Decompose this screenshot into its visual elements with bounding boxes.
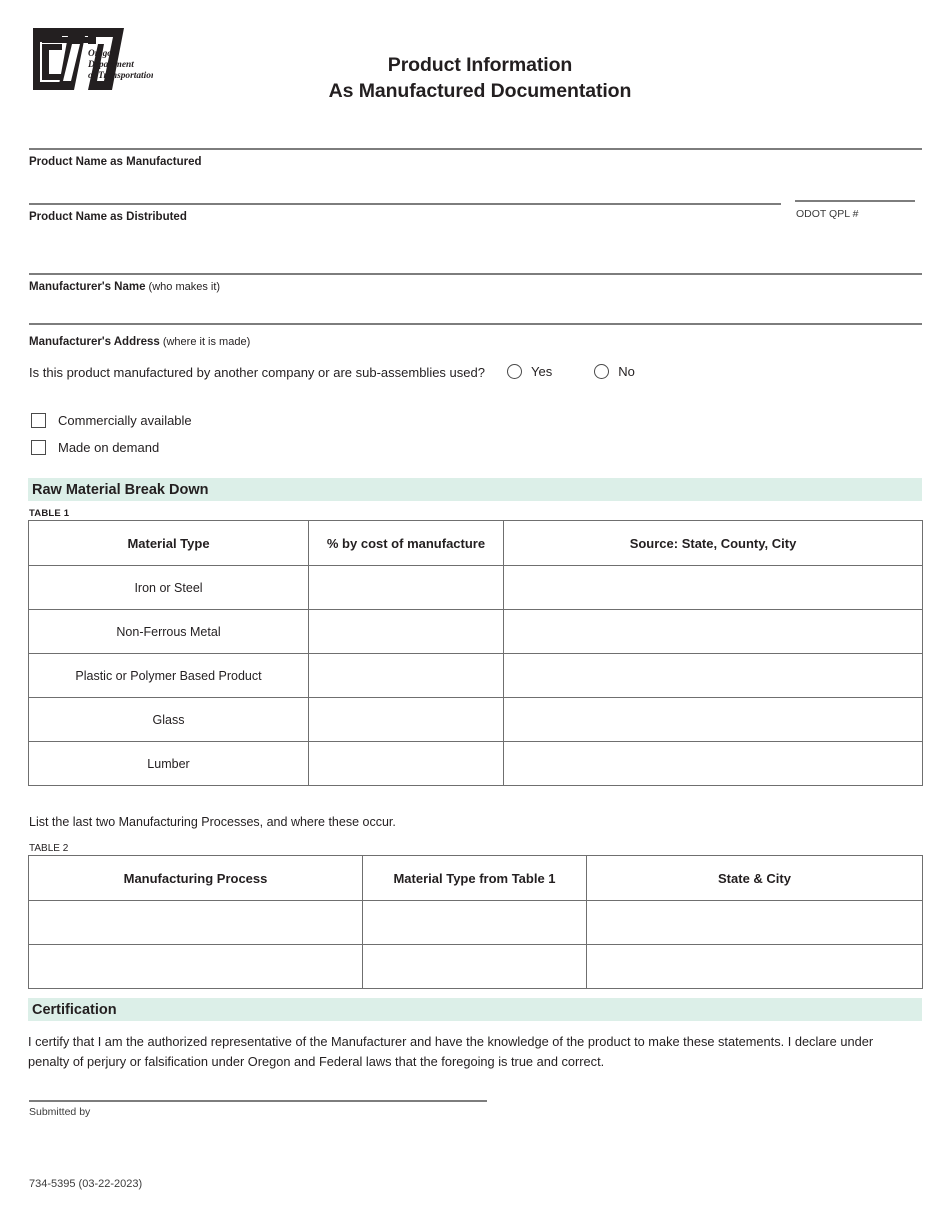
section-header-certification-text: Certification xyxy=(32,1001,117,1018)
manufacturer-name-label: Manufacturer's Name (who makes it) xyxy=(29,281,220,293)
radio-label-yes: Yes xyxy=(531,364,553,379)
table1-header-row: Material Type % by cost of manufacture S… xyxy=(28,520,923,566)
label-text: Product Name as Distributed xyxy=(29,211,187,223)
table1-cell-percent[interactable] xyxy=(308,741,504,786)
label-hint: (who makes it) xyxy=(145,281,221,293)
table1-cell-material-type: Lumber xyxy=(28,741,309,786)
table2-header-row: Manufacturing Process Material Type from… xyxy=(28,855,923,901)
table2-col-process: Manufacturing Process xyxy=(28,855,363,901)
logo-agency-line2: Department xyxy=(87,60,134,70)
page-header: Oregon Department of Transportation Prod… xyxy=(0,0,950,130)
table-row: Glass xyxy=(28,697,923,742)
product-name-manufactured-rule xyxy=(29,148,922,150)
table-row: Lumber xyxy=(28,741,923,786)
logo-agency-line3: of Transportation xyxy=(88,71,153,81)
form-page: Oregon Department of Transportation Prod… xyxy=(0,0,950,1230)
subassembly-radio-group: Yes No xyxy=(507,364,635,379)
label-hint: (where it is made) xyxy=(159,336,251,348)
table1-cell-source[interactable] xyxy=(503,609,923,654)
logo-agency-line1: Oregon xyxy=(88,49,117,59)
manufacturer-name-rule xyxy=(29,273,922,275)
table1-cell-percent[interactable] xyxy=(308,653,504,698)
radio-option-no[interactable]: No xyxy=(594,364,635,379)
checkbox-square-icon[interactable] xyxy=(31,440,46,455)
product-name-distributed-rule xyxy=(29,203,781,205)
radio-circle-icon[interactable] xyxy=(507,364,522,379)
form-number: 734-5395 (03-22-2023) xyxy=(29,1178,143,1190)
table-row: Iron or Steel xyxy=(28,565,923,610)
submitted-by-rule xyxy=(29,1100,487,1102)
section-header-raw-material: Raw Material Break Down xyxy=(28,478,922,501)
table1: Material Type % by cost of manufacture S… xyxy=(28,520,923,786)
label-text: Product Name as Manufactured xyxy=(29,156,202,168)
table2-caption: TABLE 2 xyxy=(29,843,69,854)
table2-cell-material-type[interactable] xyxy=(362,944,587,989)
page-title: Product Information As Manufactured Docu… xyxy=(200,52,760,104)
table1-cell-material-type: Plastic or Polymer Based Product xyxy=(28,653,309,698)
radio-option-yes[interactable]: Yes xyxy=(507,364,552,379)
page-title-line-2: As Manufactured Documentation xyxy=(328,80,632,102)
label-text: Manufacturer's Address xyxy=(29,336,160,348)
section-header-certification: Certification xyxy=(28,998,922,1021)
table1-cell-percent[interactable] xyxy=(308,565,504,610)
subassembly-question-text: Is this product manufactured by another … xyxy=(29,365,485,380)
table1-col-material-type: Material Type xyxy=(28,520,309,566)
table1-cell-material-type: Iron or Steel xyxy=(28,565,309,610)
section-header-raw-material-text: Raw Material Break Down xyxy=(32,481,209,498)
table1-cell-percent[interactable] xyxy=(308,609,504,654)
table2: Manufacturing Process Material Type from… xyxy=(28,855,923,989)
table1-cell-source[interactable] xyxy=(503,697,923,742)
checkbox-row-commercially-available[interactable]: Commercially available xyxy=(31,413,192,428)
checkbox-label-commercially-available: Commercially available xyxy=(58,413,192,428)
certification-body-text: I certify that I am the authorized repre… xyxy=(28,1034,874,1069)
checkbox-square-icon[interactable] xyxy=(31,413,46,428)
table1-cell-material-type: Glass xyxy=(28,697,309,742)
product-name-manufactured-label: Product Name as Manufactured xyxy=(29,156,202,168)
manufacturer-address-label: Manufacturer's Address (where it is made… xyxy=(29,336,250,348)
checkbox-row-made-on-demand[interactable]: Made on demand xyxy=(31,440,159,455)
odot-qpl-label: ODOT QPL # xyxy=(796,208,859,220)
table1-cell-source[interactable] xyxy=(503,741,923,786)
table2-cell-state-city[interactable] xyxy=(586,900,923,945)
table2-cell-process[interactable] xyxy=(28,944,363,989)
checkbox-label-made-on-demand: Made on demand xyxy=(58,440,160,455)
table-row xyxy=(28,900,923,945)
manufacturer-address-rule xyxy=(29,323,922,325)
table-row: Non-Ferrous Metal xyxy=(28,609,923,654)
table1-col-percent: % by cost of manufacture xyxy=(308,520,504,566)
table1-col-source: Source: State, County, City xyxy=(503,520,923,566)
table2-col-state-city: State & City xyxy=(586,855,923,901)
table1-cell-source[interactable] xyxy=(503,565,923,610)
table1-cell-percent[interactable] xyxy=(308,697,504,742)
label-text: Manufacturer's Name xyxy=(29,281,146,293)
table2-cell-material-type[interactable] xyxy=(362,900,587,945)
table-row xyxy=(28,944,923,989)
product-name-distributed-label: Product Name as Distributed xyxy=(29,211,187,223)
table-row: Plastic or Polymer Based Product xyxy=(28,653,923,698)
table1-caption: TABLE 1 xyxy=(29,508,70,519)
table2-cell-state-city[interactable] xyxy=(586,944,923,989)
table2-col-material-type: Material Type from Table 1 xyxy=(362,855,587,901)
table2-instruction: List the last two Manufacturing Processe… xyxy=(29,815,396,829)
submitted-by-label: Submitted by xyxy=(29,1106,91,1118)
page-title-line-1: Product Information xyxy=(387,54,573,76)
table1-cell-material-type: Non-Ferrous Metal xyxy=(28,609,309,654)
odot-logo: Oregon Department of Transportation xyxy=(28,24,153,100)
radio-label-no: No xyxy=(618,364,635,379)
table1-cell-source[interactable] xyxy=(503,653,923,698)
odot-qpl-rule xyxy=(795,200,915,202)
table2-cell-process[interactable] xyxy=(28,900,363,945)
radio-circle-icon[interactable] xyxy=(594,364,610,379)
